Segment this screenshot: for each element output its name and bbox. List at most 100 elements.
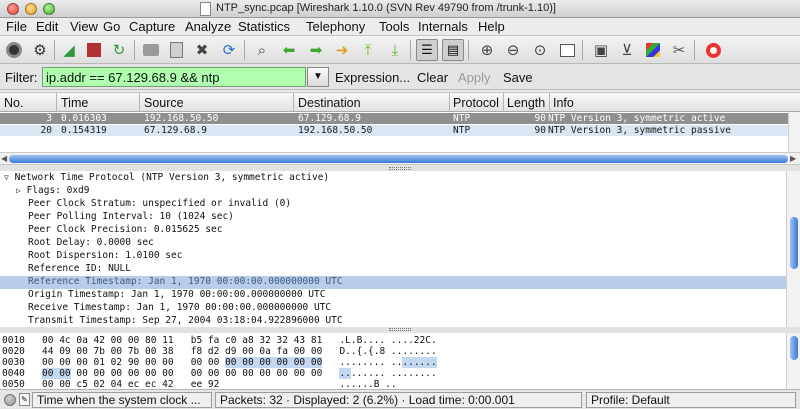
hex-line[interactable]: 0040 00 00 00 00 00 00 00 00 00 00 00 00… [2,368,437,379]
back-icon[interactable]: ⬅ [278,39,300,61]
menu-analyze[interactable]: Analyze [185,19,231,34]
zoom-in-icon[interactable]: ⊕ [476,39,498,61]
scroll-right-icon[interactable]: ▶ [790,154,796,163]
expression-button[interactable]: Expression... [335,70,410,85]
tree-node-flags[interactable]: ▷ Flags: 0xd9 [16,185,89,198]
tree-leaf[interactable]: Origin Timestamp: Jan 1, 1970 00:00:00.0… [28,289,325,302]
menu-tools[interactable]: Tools [379,19,409,34]
tree-leaf[interactable]: Peer Polling Interval: 10 (1024 sec) [28,211,234,224]
tree-leaf[interactable]: Reference ID: NULL [28,263,131,276]
vscroll-thumb[interactable] [790,217,798,269]
reload-icon[interactable]: ⟳ [218,39,240,61]
menu-go[interactable]: Go [103,19,120,34]
find-icon[interactable]: ⌕ [251,39,273,61]
expand-triangle-icon[interactable]: ▽ [4,173,9,182]
status-profile[interactable]: Profile: Default [586,392,796,408]
menu-telephony[interactable]: Telephony [306,19,365,34]
hex-dump-pane: 0010 00 4c 0a 42 00 00 80 11 b5 fa c0 a8… [0,333,786,389]
hex-line[interactable]: 0030 00 00 00 01 02 90 00 00 00 00 00 00… [2,357,437,368]
window-close-button[interactable] [7,3,19,15]
menu-capture[interactable]: Capture [129,19,175,34]
tree-leaf-selected[interactable]: Reference Timestamp: Jan 1, 1970 00:00:0… [0,276,786,289]
status-bar: ✎ Time when the system clock ... Packets… [0,389,800,409]
tree-leaf[interactable]: Peer Clock Precision: 0.015625 sec [28,224,222,237]
column-header-destination[interactable]: Destination [298,96,361,110]
hex-bytes-highlight: 00 00 00 00 00 00 [225,357,323,368]
resize-columns-icon[interactable] [556,39,578,61]
zoom-out-icon[interactable]: ⊖ [502,39,524,61]
menu-statistics[interactable]: Statistics [238,19,290,34]
restart-capture-icon[interactable]: ↻ [108,39,130,61]
hex-vscroll[interactable] [786,333,800,389]
column-header-length[interactable]: Length [507,96,545,110]
menu-help[interactable]: Help [478,19,505,34]
chevron-down-icon: ▼ [313,71,323,82]
start-capture-icon[interactable]: ◢ [58,39,80,61]
expert-info-icon[interactable] [4,394,16,406]
go-to-packet-icon[interactable]: ➜ [331,39,353,61]
packet-row[interactable]: 20 0.154319 67.129.68.9 192.168.50.50 NT… [0,125,788,136]
menu-view[interactable]: View [70,19,98,34]
packet-list-hscroll[interactable]: ◀ ▶ [0,152,800,165]
packet-no: 20 [40,125,52,136]
tree-leaf[interactable]: Root Dispersion: 1.0100 sec [28,250,182,263]
hex-bytes: ...... ........ [350,368,437,379]
capture-filters-icon[interactable]: ▣ [590,39,612,61]
first-packet-icon[interactable]: ⤒ [357,39,379,61]
display-filter-input[interactable] [42,67,306,87]
hex-line[interactable]: 0010 00 4c 0a 42 00 00 80 11 b5 fa c0 a8… [2,335,437,346]
window-zoom-button[interactable] [43,3,55,15]
capture-comment-icon[interactable]: ✎ [19,393,30,406]
apply-button[interactable]: Apply [458,70,491,85]
packet-info: NTP Version 3, symmetric passive [548,125,732,136]
packet-list-vscroll[interactable] [788,112,800,152]
title-bar: NTP_sync.pcap [Wireshark 1.10.0 (SVN Rev… [0,0,800,18]
tree-leaf[interactable]: Peer Clock Stratum: unspecified or inval… [28,198,291,211]
tree-node-ntp[interactable]: ▽ Network Time Protocol (NTP Version 3, … [4,172,329,185]
save-filter-button[interactable]: Save [503,70,533,85]
display-filters-icon[interactable]: ⊻ [616,39,638,61]
close-file-icon[interactable]: ✖ [191,39,213,61]
help-icon[interactable] [702,39,724,61]
auto-scroll-icon[interactable]: ▤ [442,39,464,61]
stop-capture-icon[interactable] [83,39,105,61]
packet-list-header: No. Time Source Destination Protocol Len… [0,92,800,112]
save-file-icon[interactable] [165,39,187,61]
open-file-icon[interactable] [140,39,162,61]
window-minimize-button[interactable] [25,3,37,15]
column-header-info[interactable]: Info [553,96,574,110]
hex-bytes: 0030 00 00 00 01 02 90 00 00 00 00 [2,357,226,368]
collapsed-triangle-icon[interactable]: ▷ [16,186,21,195]
preferences-icon[interactable]: ✂ [668,39,690,61]
filter-dropdown-button[interactable]: ▼ [307,67,329,87]
column-header-time[interactable]: Time [61,96,88,110]
scroll-left-icon[interactable]: ◀ [1,154,7,163]
column-header-no[interactable]: No. [4,96,23,110]
colorize-icon[interactable]: ☰ [416,39,438,61]
tree-leaf[interactable]: Root Delay: 0.0000 sec [28,237,154,250]
packet-row-selected[interactable]: 3 0.016303 192.168.50.50 67.129.68.9 NTP… [0,113,788,124]
coloring-rules-icon[interactable] [642,39,664,61]
menu-bar: File Edit View Go Capture Analyze Statis… [0,18,800,36]
hex-line[interactable]: 0020 44 09 00 7b 00 7b 00 38 f8 d2 d9 00… [2,346,437,357]
last-packet-icon[interactable]: ⤓ [384,39,406,61]
menu-internals[interactable]: Internals [418,19,468,34]
normal-size-icon[interactable]: ⊙ [529,39,551,61]
hex-ascii-highlight: .. [339,368,351,379]
packet-source: 192.168.50.50 [144,113,219,124]
packet-protocol: NTP [453,125,471,136]
details-vscroll[interactable] [786,171,800,331]
column-header-source[interactable]: Source [144,96,184,110]
menu-file[interactable]: File [6,19,27,34]
hex-line[interactable]: 0050 00 00 c5 02 04 ec ec 42 ee 92 .....… [2,379,397,389]
menu-edit[interactable]: Edit [36,19,58,34]
forward-icon[interactable]: ➡ [305,39,327,61]
clear-button[interactable]: Clear [417,70,448,85]
column-header-protocol[interactable]: Protocol [453,96,499,110]
status-packets: Packets: 32 · Displayed: 2 (6.2%) · Load… [215,392,582,408]
vscroll-thumb[interactable] [790,336,798,360]
options-icon[interactable]: ⚙ [29,39,51,61]
hscroll-thumb[interactable] [9,155,788,163]
interfaces-icon[interactable] [3,39,25,61]
tree-leaf[interactable]: Receive Timestamp: Jan 1, 1970 00:00:00.… [28,302,331,315]
